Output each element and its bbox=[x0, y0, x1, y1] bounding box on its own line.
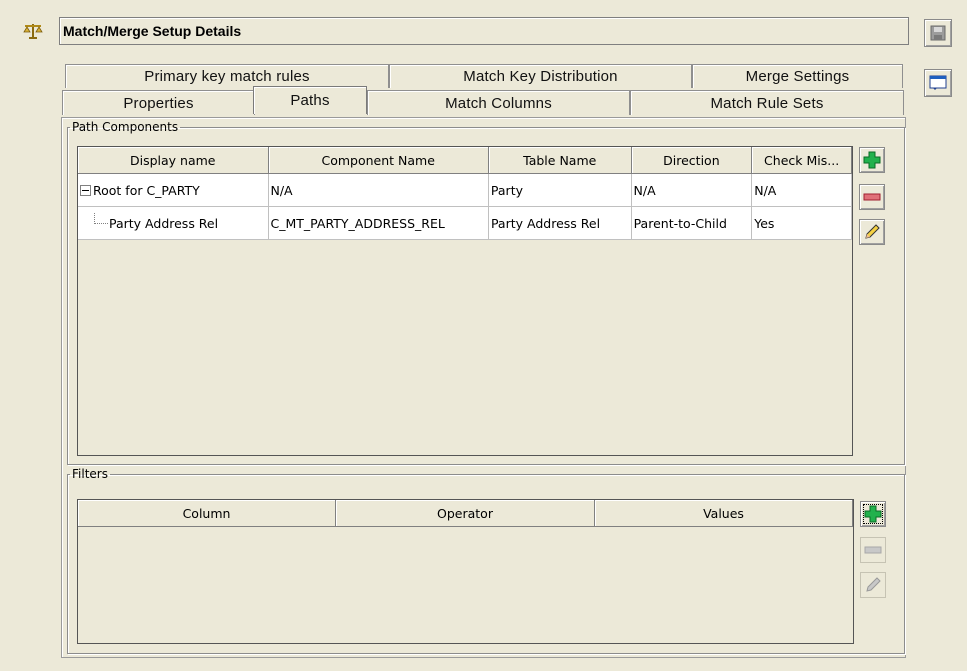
cell-check-missing: Yes bbox=[752, 207, 852, 240]
page-title: Match/Merge Setup Details bbox=[63, 23, 242, 39]
title-bar: Match/Merge Setup Details bbox=[59, 17, 909, 45]
pencil-icon bbox=[866, 577, 881, 592]
collapse-tree-icon[interactable] bbox=[80, 184, 91, 196]
cell-table-name: Party Address Rel bbox=[488, 207, 632, 240]
remove-filter-button[interactable] bbox=[860, 537, 886, 563]
tab-label: Match Rule Sets bbox=[710, 94, 824, 112]
table-row[interactable]: Party Address Rel C_MT_PARTY_ADDRESS_REL… bbox=[78, 207, 852, 240]
tab-label: Match Columns bbox=[445, 94, 552, 112]
tree-cell[interactable]: Party Address Rel bbox=[78, 207, 269, 240]
tab-match-rule-sets[interactable]: Match Rule Sets bbox=[630, 90, 904, 115]
tab-paths[interactable]: Paths bbox=[253, 86, 367, 114]
path-components-table: Display name Component Name Table Name D… bbox=[77, 146, 853, 456]
pencil-icon bbox=[865, 224, 880, 239]
table-header: Column Operator Values bbox=[78, 500, 853, 527]
add-filter-button[interactable] bbox=[860, 501, 886, 527]
tab-label: Paths bbox=[290, 92, 330, 109]
cell-display-name: Party Address Rel bbox=[109, 215, 219, 231]
cell-display-name: Root for C_PARTY bbox=[93, 182, 200, 198]
tab-match-key-distribution[interactable]: Match Key Distribution bbox=[389, 64, 692, 88]
table-header: Display name Component Name Table Name D… bbox=[78, 147, 852, 174]
column-header-display-name[interactable]: Display name bbox=[78, 147, 269, 174]
detach-window-button[interactable] bbox=[924, 69, 952, 97]
floppy-disk-icon bbox=[930, 25, 946, 41]
remove-path-button[interactable] bbox=[859, 184, 885, 210]
cell-check-missing: N/A bbox=[752, 174, 852, 207]
tree-connector bbox=[94, 212, 108, 224]
table-row[interactable]: Root for C_PARTY N/A Party N/A N/A bbox=[78, 174, 852, 207]
column-header-table-name[interactable]: Table Name bbox=[488, 147, 632, 174]
tab-properties[interactable]: Properties bbox=[62, 90, 255, 115]
cell-direction: Parent-to-Child bbox=[631, 207, 753, 240]
scales-icon bbox=[22, 22, 44, 40]
column-header-direction[interactable]: Direction bbox=[631, 147, 753, 174]
save-button[interactable] bbox=[924, 19, 952, 47]
minus-icon bbox=[864, 546, 882, 554]
plus-icon bbox=[863, 151, 881, 169]
column-header-values[interactable]: Values bbox=[595, 500, 853, 527]
filters-table: Column Operator Values bbox=[77, 499, 854, 644]
tab-label: Properties bbox=[123, 94, 194, 112]
add-path-button[interactable] bbox=[859, 147, 885, 173]
cell-direction: N/A bbox=[631, 174, 753, 207]
tab-primary-key-match-rules[interactable]: Primary key match rules bbox=[65, 64, 389, 88]
column-header-component-name[interactable]: Component Name bbox=[268, 147, 489, 174]
plus-icon bbox=[864, 505, 882, 523]
tab-label: Match Key Distribution bbox=[463, 68, 618, 85]
group-label: Path Components bbox=[72, 120, 179, 134]
minus-icon bbox=[863, 193, 881, 201]
column-header-column[interactable]: Column bbox=[78, 500, 336, 527]
cell-component-name: N/A bbox=[268, 174, 489, 207]
column-header-operator[interactable]: Operator bbox=[336, 500, 595, 527]
window-icon bbox=[929, 75, 947, 90]
edit-filter-button[interactable] bbox=[860, 572, 886, 598]
group-label: Filters bbox=[72, 467, 108, 481]
tab-merge-settings[interactable]: Merge Settings bbox=[692, 64, 903, 88]
cell-component-name: C_MT_PARTY_ADDRESS_REL bbox=[268, 207, 489, 240]
tab-label: Merge Settings bbox=[745, 68, 850, 85]
tree-cell[interactable]: Root for C_PARTY bbox=[78, 174, 269, 207]
tab-match-columns[interactable]: Match Columns bbox=[367, 90, 630, 115]
column-header-check-missing[interactable]: Check Mis... bbox=[752, 147, 852, 174]
cell-table-name: Party bbox=[488, 174, 632, 207]
edit-path-button[interactable] bbox=[859, 219, 885, 245]
tab-label: Primary key match rules bbox=[144, 68, 310, 85]
